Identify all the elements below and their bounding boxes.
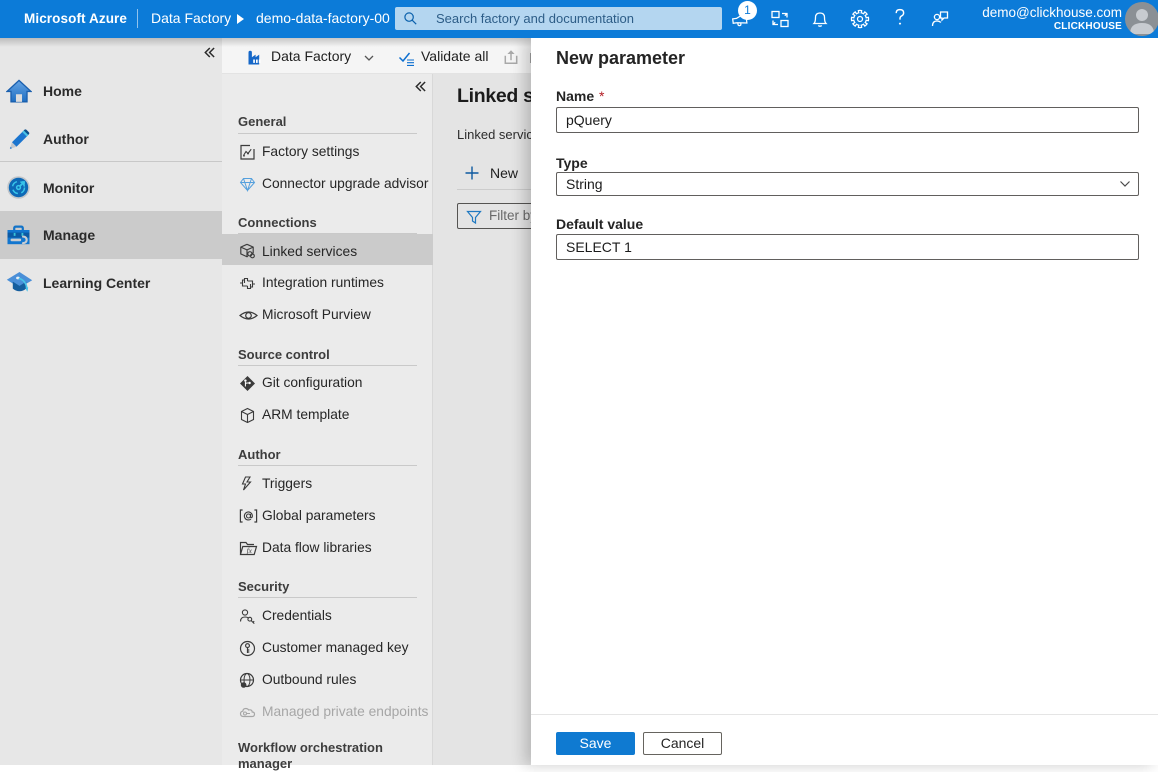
svg-text:fx: fx [247,546,253,555]
